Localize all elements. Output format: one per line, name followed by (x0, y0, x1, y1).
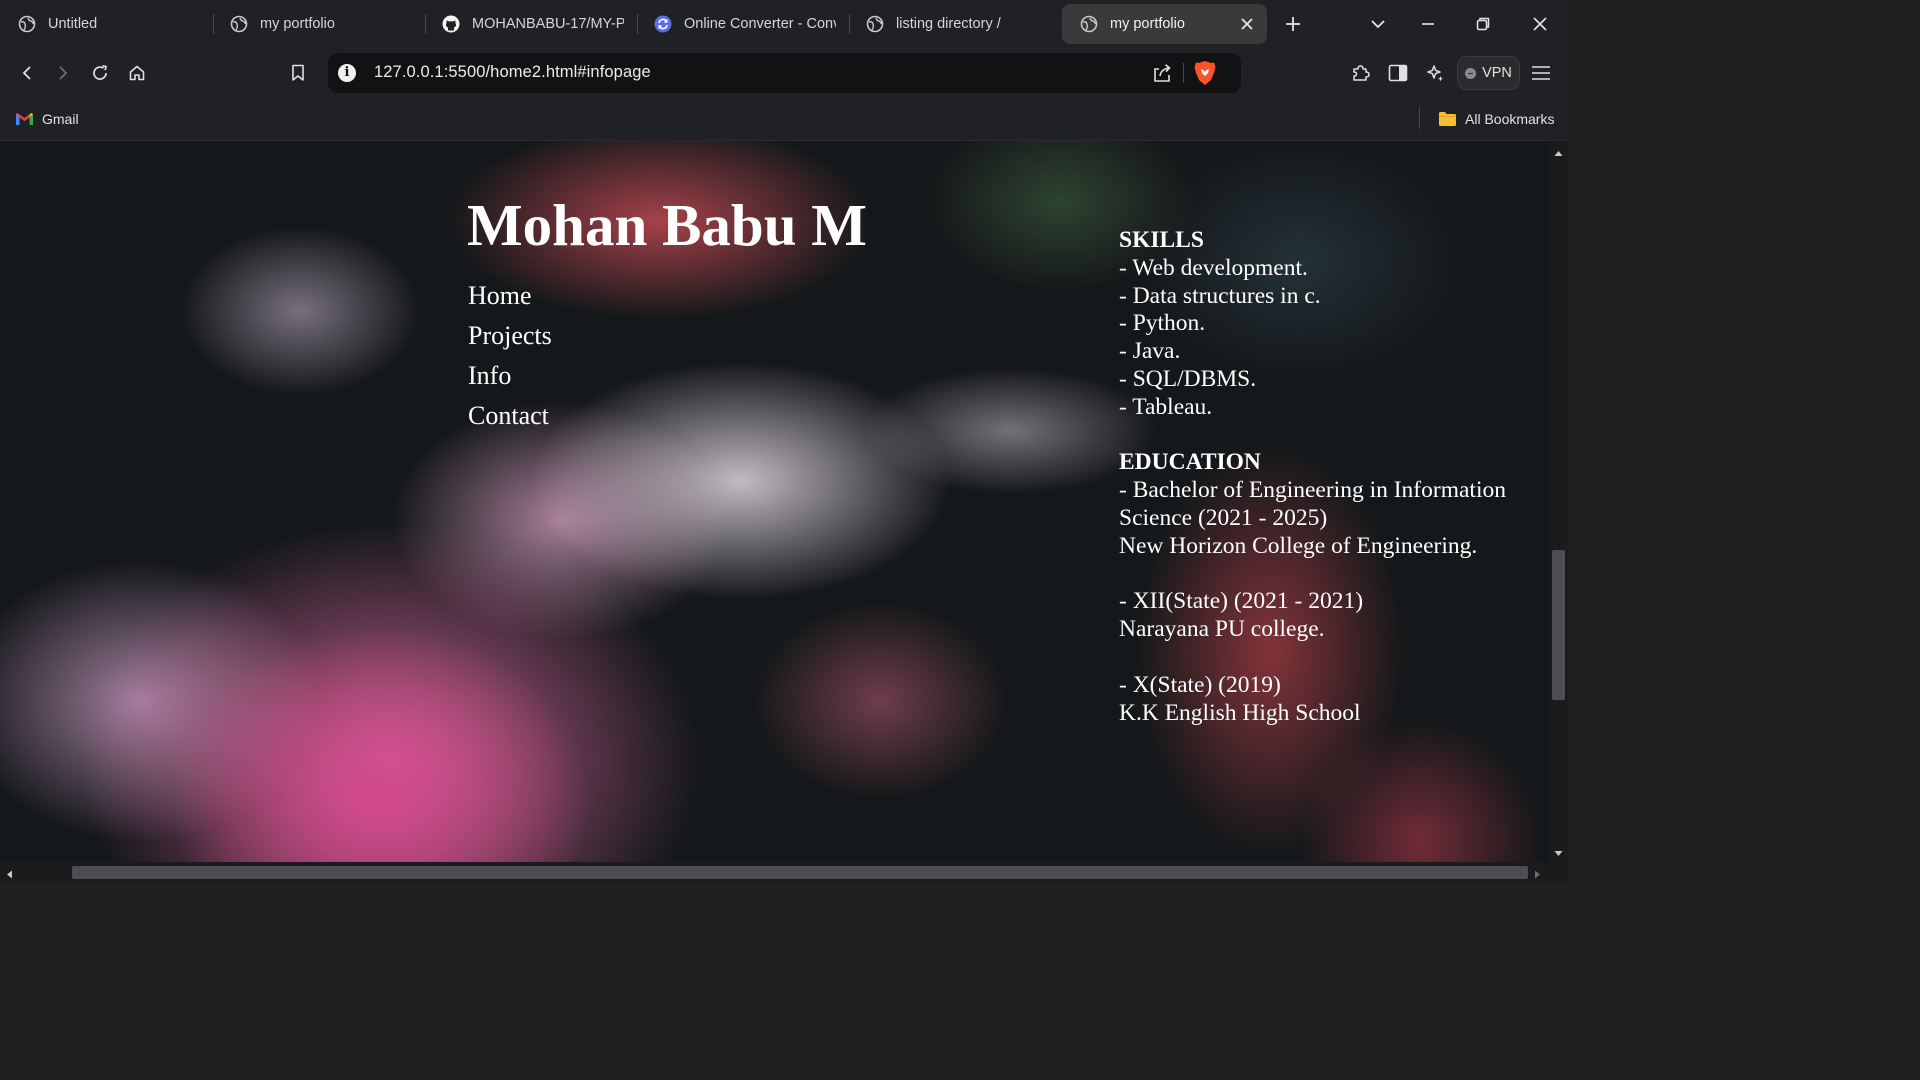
bookmark-icon[interactable] (284, 59, 312, 87)
globe-icon (230, 15, 248, 33)
education-institution: Narayana PU college. (1119, 616, 1325, 643)
nav-link-projects[interactable]: Projects (468, 319, 552, 359)
education-institution: New Horizon College of Engineering. (1119, 532, 1478, 559)
tab-my-portfolio[interactable]: my portfolio (212, 4, 424, 44)
horizontal-scroll-thumb[interactable] (72, 866, 1528, 879)
minimize-window-icon[interactable] (1414, 10, 1442, 38)
vpn-label: VPN (1482, 65, 1512, 81)
bookmark-label: Gmail (42, 111, 79, 127)
tab-listing-directory[interactable]: listing directory / (848, 4, 1060, 44)
skill-item: - Python. (1119, 310, 1206, 337)
skill-item: - Web development. (1119, 254, 1308, 281)
tab-title: Online Converter - Conve (684, 16, 836, 32)
globe-icon (1080, 15, 1098, 33)
scroll-down-arrow-icon[interactable] (1553, 846, 1564, 857)
scroll-left-arrow-icon[interactable] (4, 867, 15, 879)
nav-link-home[interactable]: Home (468, 279, 552, 319)
tab-title: my portfolio (1110, 16, 1185, 32)
address-bar-url[interactable]: 127.0.0.1:5500/home2.html#infopage (374, 63, 651, 82)
converter-icon (654, 15, 672, 33)
horizontal-scrollbar[interactable] (0, 862, 1549, 882)
tab-title: my portfolio (260, 16, 335, 32)
education-degree: - Bachelor of Engineering in Information… (1119, 477, 1506, 531)
tab-strip: Untitled my portfolio MOHANBABU-17/MY-PO… (0, 0, 1568, 48)
skill-item: - Java. (1119, 338, 1181, 365)
skill-item: - Tableau. (1119, 393, 1213, 420)
share-icon[interactable] (1150, 61, 1174, 85)
vertical-scrollbar[interactable] (1549, 141, 1568, 862)
education-institution: K.K English High School (1119, 699, 1361, 726)
tab-online-converter[interactable]: Online Converter - Conve (636, 4, 848, 44)
home-icon[interactable] (123, 59, 151, 87)
tab-title: Untitled (48, 16, 98, 32)
bookmark-label: All Bookmarks (1465, 111, 1555, 127)
site-title: Mohan Babu M (467, 192, 867, 258)
vpn-status-icon (1465, 67, 1477, 79)
info-section: SKILLS - Web development. - Data structu… (1119, 227, 1539, 727)
bookmarks-bar: Gmail All Bookmarks (0, 98, 1568, 141)
vertical-scroll-thumb[interactable] (1552, 550, 1565, 700)
close-tab-icon[interactable] (1237, 14, 1257, 34)
leo-ai-icon[interactable] (1421, 59, 1449, 87)
globe-icon (866, 15, 884, 33)
restore-window-icon[interactable] (1469, 10, 1497, 38)
tab-search-chevron-icon[interactable] (1364, 10, 1392, 38)
tab-my-portfolio-active[interactable]: my portfolio (1062, 4, 1267, 44)
bookmark-gmail[interactable]: Gmail (15, 108, 79, 130)
extensions-puzzle-icon[interactable] (1347, 59, 1375, 87)
nav-link-info[interactable]: Info (468, 359, 552, 399)
address-bar[interactable]: i 127.0.0.1:5500/home2.html#infopage (328, 53, 1241, 93)
scroll-up-arrow-icon[interactable] (1553, 146, 1564, 157)
reload-icon[interactable] (86, 59, 114, 87)
gmail-icon (16, 113, 33, 125)
new-tab-icon[interactable] (1279, 10, 1307, 38)
page-viewport: Mohan Babu M Home Projects Info Contact … (0, 141, 1549, 862)
site-nav: Home Projects Info Contact (468, 279, 552, 439)
browser-toolbar: i 127.0.0.1:5500/home2.html#infopage VPN (0, 48, 1568, 98)
tab-github[interactable]: MOHANBABU-17/MY-PO (424, 4, 636, 44)
brave-shields-icon[interactable] (1193, 60, 1217, 86)
scroll-right-arrow-icon[interactable] (1532, 867, 1543, 879)
sidebar-toggle-icon[interactable] (1384, 59, 1412, 87)
vpn-button[interactable]: VPN (1457, 56, 1520, 90)
education-degree: - XII(State) (2021 - 2021) (1119, 588, 1364, 615)
tab-title: listing directory / (896, 16, 1001, 32)
folder-icon (1439, 112, 1456, 126)
back-arrow-icon[interactable] (13, 59, 41, 87)
nav-link-contact[interactable]: Contact (468, 399, 552, 439)
scrollbar-corner (1549, 862, 1568, 882)
forward-arrow-icon[interactable] (49, 59, 77, 87)
hamburger-menu-icon[interactable] (1527, 59, 1555, 87)
github-icon (442, 15, 460, 33)
skills-heading: SKILLS (1119, 227, 1204, 253)
bookmarks-divider (1419, 107, 1420, 129)
skill-item: - SQL/DBMS. (1119, 365, 1257, 392)
all-bookmarks-button[interactable]: All Bookmarks (1438, 108, 1554, 130)
education-degree: - X(State) (2019) (1119, 671, 1281, 698)
address-bar-divider (1183, 63, 1184, 83)
close-window-icon[interactable] (1526, 10, 1554, 38)
education-heading: EDUCATION (1119, 449, 1261, 476)
globe-icon (18, 15, 36, 33)
skill-item: - Data structures in c. (1119, 282, 1321, 309)
site-info-icon[interactable]: i (338, 64, 356, 82)
tab-title: MOHANBABU-17/MY-PO (472, 16, 624, 32)
tab-untitled[interactable]: Untitled (0, 4, 212, 44)
